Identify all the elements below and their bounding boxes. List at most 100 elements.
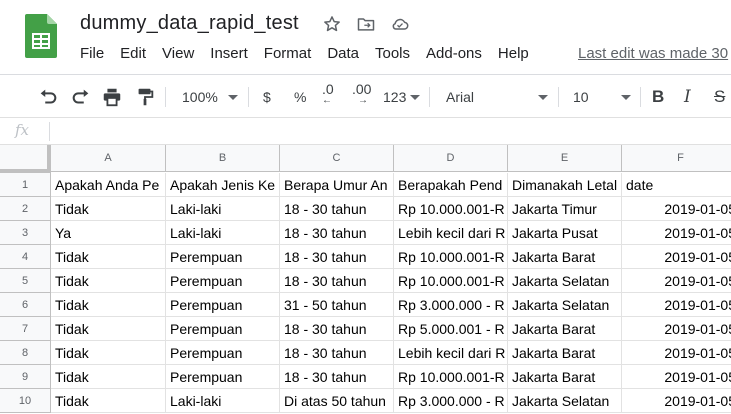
cell-f4[interactable]: 2019-01-05: [622, 245, 731, 269]
last-edit-link[interactable]: Last edit was made 30: [578, 45, 728, 62]
cell-f2[interactable]: 2019-01-05: [622, 197, 731, 221]
menu-view[interactable]: View: [162, 45, 194, 62]
cell-d1[interactable]: Berapakah Pend: [394, 173, 508, 197]
row-header-9[interactable]: 9: [0, 365, 51, 389]
menu-insert[interactable]: Insert: [210, 45, 248, 62]
cell-f9[interactable]: 2019-01-05: [622, 365, 731, 389]
move-to-folder-icon[interactable]: [356, 14, 376, 34]
redo-icon[interactable]: [70, 85, 92, 109]
cell-e10[interactable]: Jakarta Selatan: [508, 389, 622, 413]
cell-e2[interactable]: Jakarta Timur: [508, 197, 622, 221]
cell-e7[interactable]: Jakarta Barat: [508, 317, 622, 341]
cell-d8[interactable]: Lebih kecil dari R: [394, 341, 508, 365]
cell-d10[interactable]: Rp 3.000.000 - R: [394, 389, 508, 413]
cell-b8[interactable]: Perempuan: [166, 341, 280, 365]
zoom-select[interactable]: 100%: [182, 85, 238, 109]
cell-d6[interactable]: Rp 3.000.000 - R: [394, 293, 508, 317]
cell-d4[interactable]: Rp 10.000.001-R: [394, 245, 508, 269]
strikethrough-button[interactable]: S: [714, 85, 725, 109]
document-title[interactable]: dummy_data_rapid_test: [80, 12, 299, 35]
column-header-a[interactable]: A: [51, 145, 166, 172]
cell-a4[interactable]: Tidak: [51, 245, 166, 269]
cell-c8[interactable]: 18 - 30 tahun: [280, 341, 394, 365]
row-header-7[interactable]: 7: [0, 317, 51, 341]
cell-e4[interactable]: Jakarta Barat: [508, 245, 622, 269]
currency-format-button[interactable]: $: [263, 85, 271, 109]
menu-tools[interactable]: Tools: [375, 45, 410, 62]
cell-f10[interactable]: 2019-01-05: [622, 389, 731, 413]
cell-e6[interactable]: Jakarta Selatan: [508, 293, 622, 317]
cell-a5[interactable]: Tidak: [51, 269, 166, 293]
cell-a9[interactable]: Tidak: [51, 365, 166, 389]
italic-button[interactable]: I: [684, 85, 691, 109]
cell-c1[interactable]: Berapa Umur An: [280, 173, 394, 197]
row-header-6[interactable]: 6: [0, 293, 51, 317]
cell-b3[interactable]: Laki-laki: [166, 221, 280, 245]
cell-c5[interactable]: 18 - 30 tahun: [280, 269, 394, 293]
sheets-logo-icon[interactable]: [25, 14, 57, 58]
increase-decimal-button[interactable]: .00 →: [352, 82, 371, 107]
cell-d3[interactable]: Lebih kecil dari R: [394, 221, 508, 245]
cell-a10[interactable]: Tidak: [51, 389, 166, 413]
row-header-10[interactable]: 10: [0, 389, 51, 413]
menu-help[interactable]: Help: [498, 45, 529, 62]
column-header-c[interactable]: C: [280, 145, 394, 172]
row-header-1[interactable]: 1: [0, 173, 51, 197]
percent-format-button[interactable]: %: [294, 85, 306, 109]
column-header-b[interactable]: B: [166, 145, 280, 172]
cell-e1[interactable]: Dimanakah Letal: [508, 173, 622, 197]
cell-e3[interactable]: Jakarta Pusat: [508, 221, 622, 245]
cell-b10[interactable]: Laki-laki: [166, 389, 280, 413]
formula-input[interactable]: [56, 122, 731, 141]
menu-data[interactable]: Data: [327, 45, 359, 62]
cell-a3[interactable]: Ya: [51, 221, 166, 245]
cell-c10[interactable]: Di atas 50 tahun: [280, 389, 394, 413]
decrease-decimal-button[interactable]: .0 ←: [322, 82, 334, 107]
select-all-corner[interactable]: [0, 145, 51, 173]
cell-c3[interactable]: 18 - 30 tahun: [280, 221, 394, 245]
cell-b2[interactable]: Laki-laki: [166, 197, 280, 221]
cell-a2[interactable]: Tidak: [51, 197, 166, 221]
cell-e9[interactable]: Jakarta Barat: [508, 365, 622, 389]
cell-f7[interactable]: 2019-01-05: [622, 317, 731, 341]
cell-c9[interactable]: 18 - 30 tahun: [280, 365, 394, 389]
cell-c4[interactable]: 18 - 30 tahun: [280, 245, 394, 269]
font-size-select[interactable]: 10: [573, 85, 631, 109]
column-header-d[interactable]: D: [394, 145, 508, 172]
cell-f6[interactable]: 2019-01-05: [622, 293, 731, 317]
cell-c6[interactable]: 31 - 50 tahun: [280, 293, 394, 317]
cell-b7[interactable]: Perempuan: [166, 317, 280, 341]
cell-d2[interactable]: Rp 10.000.001-R: [394, 197, 508, 221]
cell-f5[interactable]: 2019-01-05: [622, 269, 731, 293]
cell-f1[interactable]: date: [622, 173, 731, 197]
bold-button[interactable]: B: [652, 85, 664, 109]
menu-edit[interactable]: Edit: [120, 45, 146, 62]
menu-file[interactable]: File: [80, 45, 104, 62]
cell-d5[interactable]: Rp 10.000.001-R: [394, 269, 508, 293]
row-header-5[interactable]: 5: [0, 269, 51, 293]
undo-icon[interactable]: [37, 85, 59, 109]
row-header-2[interactable]: 2: [0, 197, 51, 221]
star-icon[interactable]: [322, 14, 342, 34]
cell-a8[interactable]: Tidak: [51, 341, 166, 365]
row-header-3[interactable]: 3: [0, 221, 51, 245]
menu-format[interactable]: Format: [264, 45, 312, 62]
font-family-select[interactable]: Arial: [446, 85, 548, 109]
cloud-saved-icon[interactable]: [390, 14, 410, 34]
row-header-8[interactable]: 8: [0, 341, 51, 365]
cell-b5[interactable]: Perempuan: [166, 269, 280, 293]
cell-f3[interactable]: 2019-01-05: [622, 221, 731, 245]
cell-a6[interactable]: Tidak: [51, 293, 166, 317]
cell-c7[interactable]: 18 - 30 tahun: [280, 317, 394, 341]
cell-d7[interactable]: Rp 5.000.001 - R: [394, 317, 508, 341]
paint-format-icon[interactable]: [134, 85, 156, 109]
column-header-e[interactable]: E: [508, 145, 622, 172]
cell-a7[interactable]: Tidak: [51, 317, 166, 341]
row-header-4[interactable]: 4: [0, 245, 51, 269]
cell-c2[interactable]: 18 - 30 tahun: [280, 197, 394, 221]
cell-b9[interactable]: Perempuan: [166, 365, 280, 389]
cell-e8[interactable]: Jakarta Barat: [508, 341, 622, 365]
cell-b4[interactable]: Perempuan: [166, 245, 280, 269]
cell-e5[interactable]: Jakarta Selatan: [508, 269, 622, 293]
cell-f8[interactable]: 2019-01-05: [622, 341, 731, 365]
